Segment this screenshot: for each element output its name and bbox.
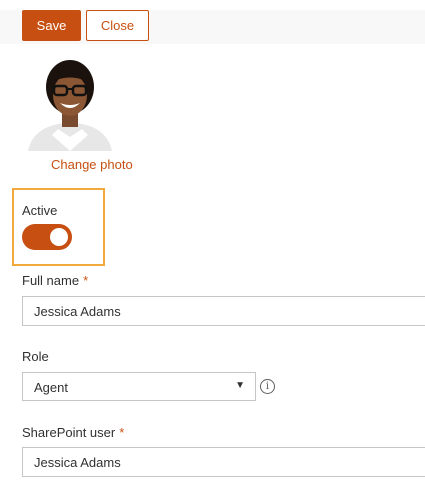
active-label: Active	[22, 203, 58, 218]
role-selected-value: Agent	[34, 380, 68, 395]
sharepoint-user-label-text: SharePoint user	[22, 425, 116, 440]
active-toggle[interactable]	[22, 224, 72, 250]
full-name-label: Full name *	[22, 273, 88, 288]
profile-photo	[22, 55, 118, 151]
full-name-label-text: Full name	[22, 273, 80, 288]
role-label: Role	[22, 349, 49, 364]
caret-down-icon: ▼	[235, 380, 245, 391]
sharepoint-user-input[interactable]	[22, 447, 425, 477]
change-photo-link[interactable]: Change photo	[51, 157, 133, 172]
toggle-knob	[50, 228, 68, 246]
info-icon[interactable]: i	[260, 379, 275, 394]
full-name-input[interactable]	[22, 296, 425, 326]
required-marker: *	[83, 273, 89, 288]
save-button[interactable]: Save	[22, 10, 81, 41]
required-marker: *	[119, 425, 125, 440]
sharepoint-user-label: SharePoint user *	[22, 425, 124, 440]
close-button[interactable]: Close	[86, 10, 149, 41]
role-select[interactable]: Agent ▼	[22, 372, 256, 401]
